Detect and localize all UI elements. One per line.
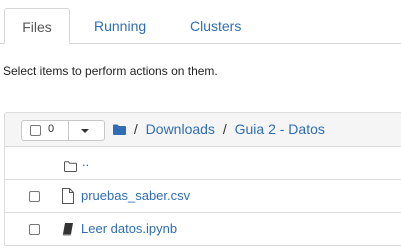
select-all-checkbox[interactable] xyxy=(30,125,41,136)
list-item-parent[interactable]: .. xyxy=(4,147,401,180)
breadcrumb-current-folder[interactable]: Guia 2 - Datos xyxy=(235,121,325,137)
select-group-divider xyxy=(68,121,69,140)
breadcrumb: / Downloads / Guia 2 - Datos xyxy=(113,121,325,141)
file-listing: 0 / Downloads / Guia 2 - Datos .. prueba… xyxy=(4,112,401,246)
file-name-link[interactable]: pruebas_saber.csv xyxy=(81,188,190,203)
file-icon xyxy=(62,188,74,204)
listing-toolbar: 0 / Downloads / Guia 2 - Datos xyxy=(4,112,401,147)
breadcrumb-downloads[interactable]: Downloads xyxy=(146,121,215,137)
list-item-file[interactable]: pruebas_saber.csv xyxy=(4,180,401,213)
folder-outline-icon xyxy=(64,159,77,175)
home-folder-icon[interactable] xyxy=(113,122,126,135)
list-item-notebook[interactable]: Leer datos.ipynb xyxy=(4,213,401,246)
tab-files[interactable]: Files xyxy=(4,8,70,44)
file-name-link[interactable]: Leer datos.ipynb xyxy=(81,221,177,236)
notebook-icon xyxy=(62,221,74,237)
tab-clusters[interactable]: Clusters xyxy=(190,8,241,44)
file-browser-page: Files Running Clusters Select items to p… xyxy=(0,0,401,252)
parent-folder-link[interactable]: .. xyxy=(82,154,89,169)
row-checkbox[interactable] xyxy=(29,224,40,235)
select-all-group[interactable]: 0 xyxy=(21,120,105,141)
breadcrumb-separator: / xyxy=(222,121,227,137)
selection-hint: Select items to perform actions on them. xyxy=(3,64,218,78)
chevron-down-icon[interactable] xyxy=(81,129,89,133)
row-checkbox[interactable] xyxy=(29,191,40,202)
breadcrumb-separator: / xyxy=(133,121,138,137)
tab-bar: Files Running Clusters xyxy=(0,0,401,44)
selected-count: 0 xyxy=(48,123,55,135)
tab-running[interactable]: Running xyxy=(94,8,146,44)
